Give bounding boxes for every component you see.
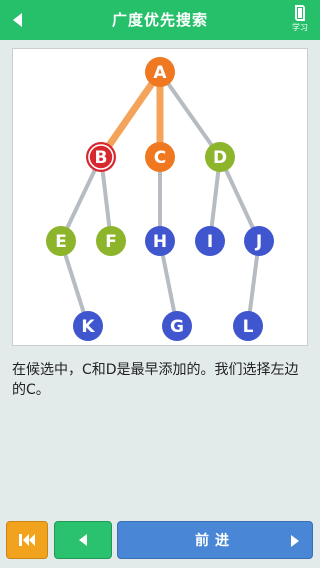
node-label: C — [154, 148, 166, 168]
node-label: I — [207, 232, 213, 252]
step-description: 在候选中，C和D是最早添加的。我们选择左边的C。 — [12, 362, 299, 398]
book-icon — [295, 5, 305, 21]
page-title: 广度优先搜索 — [111, 11, 208, 29]
node-G: G — [162, 311, 192, 341]
node-label: H — [153, 232, 167, 252]
node-A: A — [145, 57, 175, 87]
learn-label: 学习 — [292, 23, 308, 32]
triangle-right-icon — [291, 535, 299, 547]
node-L: L — [233, 311, 263, 341]
node-label: J — [255, 232, 262, 252]
next-label: 前进 — [195, 533, 235, 549]
top-bar: 广度优先搜索 学习 — [0, 0, 320, 40]
learn-button[interactable]: 学习 — [286, 4, 314, 36]
graph-canvas: A B C D E F H I J K G L — [12, 48, 308, 346]
node-label: E — [55, 232, 67, 252]
node-C: C — [145, 142, 175, 172]
node-I: I — [195, 226, 225, 256]
node-J: J — [244, 226, 274, 256]
node-E: E — [46, 226, 76, 256]
node-label: B — [95, 148, 108, 168]
node-F: F — [96, 226, 126, 256]
node-label: D — [213, 148, 227, 168]
node-label: K — [81, 317, 95, 337]
node-D: D — [205, 142, 235, 172]
next-button[interactable]: 前进 — [117, 521, 313, 559]
node-label: L — [243, 317, 254, 337]
node-K: K — [73, 311, 103, 341]
edge-A-D — [158, 70, 222, 159]
previous-button[interactable] — [54, 521, 112, 559]
edge-A-B — [97, 68, 164, 161]
bfs-tree-graph: A B C D E F H I J K G L — [46, 57, 274, 341]
node-label: A — [153, 63, 167, 83]
node-B: B — [86, 142, 116, 172]
node-H: H — [145, 226, 175, 256]
node-label: F — [105, 232, 117, 252]
triangle-left-icon — [79, 534, 87, 546]
skip-to-start-icon — [19, 534, 35, 546]
node-label: G — [170, 317, 184, 337]
restart-button[interactable] — [6, 521, 48, 559]
